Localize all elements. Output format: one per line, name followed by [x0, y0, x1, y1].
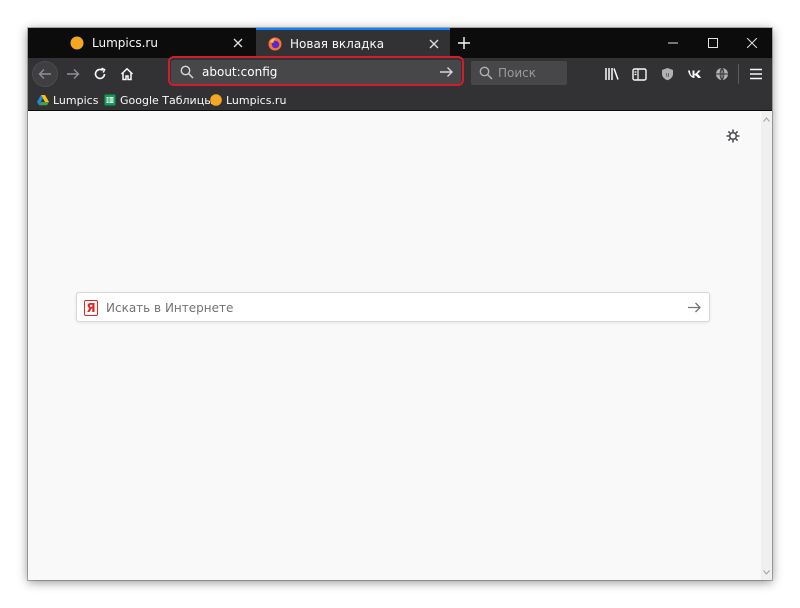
tab-bar: Lumpics.ru Новая вкладка [28, 28, 772, 58]
close-window-button[interactable] [732, 28, 772, 58]
go-arrow-icon [687, 302, 701, 312]
firefox-icon [268, 37, 282, 51]
close-icon [747, 38, 757, 48]
tab-title: Lumpics.ru [92, 36, 158, 50]
svg-text:u: u [665, 72, 669, 79]
vertical-scrollbar[interactable] [761, 111, 772, 580]
minimize-icon [668, 42, 678, 44]
forward-arrow-icon [67, 69, 80, 79]
forward-button[interactable] [60, 61, 86, 87]
scroll-down-button[interactable] [761, 566, 772, 578]
url-bar-highlight-frame [168, 56, 464, 86]
sidebar-icon [631, 67, 647, 81]
bookmarks-toolbar: Lumpics Google Таблицы Lumpics.ru [28, 90, 772, 111]
newtab-search-input[interactable] [106, 299, 666, 317]
search-submit-button[interactable] [685, 298, 703, 316]
back-arrow-icon [38, 69, 51, 79]
google-sheets-icon [104, 94, 116, 106]
new-tab-page: Я [28, 111, 761, 580]
shield-addon-icon: u [661, 68, 673, 81]
sidebar-button[interactable] [629, 64, 649, 84]
lumpics-orange-circle-icon [70, 36, 84, 50]
tab-new-tab[interactable]: Новая вкладка [256, 28, 450, 58]
tab-close-icon[interactable] [230, 35, 246, 51]
vk-button[interactable] [684, 64, 704, 84]
reload-icon [94, 67, 106, 80]
bookmark-label: Google Таблицы [120, 93, 213, 107]
chevron-down-icon [763, 569, 770, 575]
chevron-up-icon [763, 116, 770, 122]
customize-button[interactable] [724, 127, 742, 145]
library-icon [605, 68, 619, 80]
menu-button[interactable] [746, 64, 766, 84]
tab-close-icon[interactable] [426, 36, 442, 52]
bookmark-lumpics[interactable]: Lumpics [37, 92, 98, 108]
home-icon [120, 67, 134, 81]
scroll-up-button[interactable] [761, 113, 772, 125]
toolbar-separator [738, 64, 739, 84]
maximize-icon [708, 38, 718, 48]
reload-button[interactable] [87, 61, 113, 87]
globe-icon [716, 67, 728, 81]
hamburger-menu-icon [750, 68, 762, 80]
tab-lumpics[interactable]: Lumpics.ru [58, 28, 254, 58]
search-icon [479, 66, 493, 80]
search-input[interactable] [498, 64, 562, 82]
shield-addon-button[interactable]: u [657, 64, 677, 84]
bookmark-label: Lumpics [53, 93, 99, 107]
tab-title: Новая вкладка [290, 37, 385, 51]
gear-icon [726, 129, 740, 143]
google-drive-icon [37, 95, 49, 106]
minimize-button[interactable] [653, 28, 693, 58]
globe-button[interactable] [712, 64, 732, 84]
navigation-toolbar: u [28, 56, 772, 90]
library-button[interactable] [602, 64, 622, 84]
bookmark-google-sheets[interactable]: Google Таблицы [104, 92, 213, 108]
vk-icon [687, 70, 701, 78]
lumpics-orange-circle-icon [210, 94, 222, 106]
maximize-button[interactable] [693, 28, 733, 58]
yandex-icon: Я [84, 300, 98, 316]
back-button[interactable] [32, 61, 58, 87]
home-button[interactable] [114, 61, 140, 87]
bookmark-lumpics-ru[interactable]: Lumpics.ru [210, 92, 286, 108]
bookmark-label: Lumpics.ru [226, 93, 287, 107]
browser-window: Lumpics.ru Новая вкладка about:config По… [28, 28, 772, 580]
plus-icon [458, 37, 470, 49]
search-bar[interactable] [471, 61, 567, 85]
new-tab-button[interactable] [452, 28, 476, 58]
newtab-search-box[interactable]: Я [76, 292, 710, 322]
